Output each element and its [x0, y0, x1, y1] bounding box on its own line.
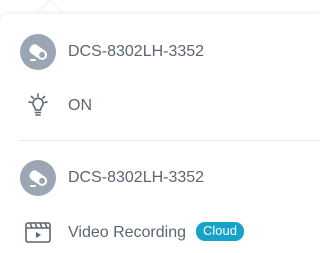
popover-canvas: DCS-8302LH-3352 ON DCS-8302LH-3352 Video… [0, 0, 320, 253]
light-bulb-icon [20, 88, 56, 124]
section-divider [20, 140, 320, 141]
device-name-2: DCS-8302LH-3352 [68, 169, 205, 186]
video-recording-row[interactable]: Video Recording Cloud [0, 212, 320, 252]
video-recording-label: Video Recording Cloud [68, 222, 244, 242]
light-action-label: ON [68, 97, 92, 114]
light-action-row[interactable]: ON [0, 86, 320, 126]
camera-icon [20, 160, 56, 196]
cloud-badge: Cloud [196, 222, 244, 241]
video-recording-text: Video Recording [68, 224, 187, 241]
popover-caret [37, 1, 63, 14]
device-row-1[interactable]: DCS-8302LH-3352 [0, 32, 320, 72]
video-clapper-icon [20, 214, 56, 250]
camera-icon [20, 34, 56, 70]
device-row-2[interactable]: DCS-8302LH-3352 [0, 158, 320, 198]
device-name-1: DCS-8302LH-3352 [68, 43, 205, 60]
